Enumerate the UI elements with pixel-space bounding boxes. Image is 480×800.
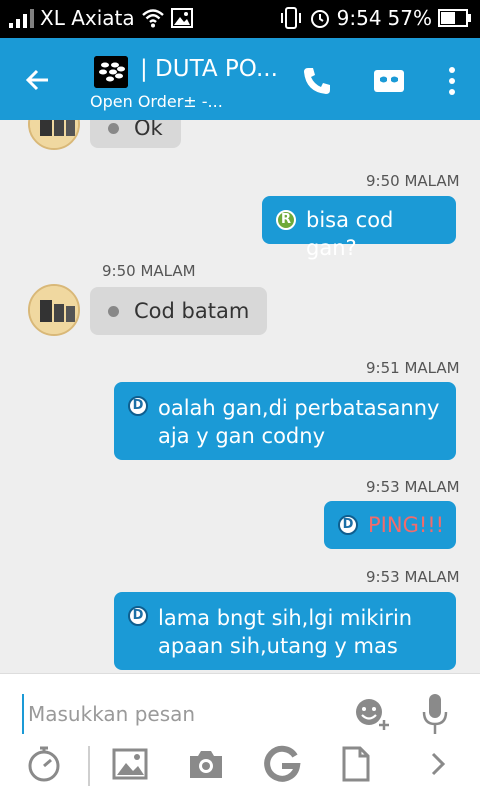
outgoing-message-bubble[interactable]: R bisa cod gan? — [262, 196, 456, 260]
message-text: Ok — [134, 120, 163, 140]
blackberry-logo-icon — [94, 56, 128, 88]
message-timestamp: 9:50 MALAM — [102, 262, 196, 280]
emoji-add-icon[interactable] — [352, 694, 392, 734]
alarm-icon — [310, 10, 329, 28]
chat-subtitle[interactable]: Open Order± -... — [90, 92, 223, 111]
battery-percent: 57% — [387, 6, 432, 30]
chevron-right-icon[interactable] — [418, 744, 458, 784]
microphone-icon[interactable] — [420, 692, 450, 736]
vibrate-icon — [280, 7, 301, 29]
app-bar: | DUTA PO... Open Order± -... — [0, 38, 480, 120]
message-timestamp: 9:53 MALAM — [366, 568, 460, 586]
outgoing-message-bubble[interactable]: D PING!!! — [324, 501, 456, 549]
contact-avatar[interactable] — [28, 284, 80, 336]
document-icon[interactable] — [336, 744, 376, 784]
back-arrow-icon[interactable] — [18, 60, 58, 100]
camera-icon[interactable] — [186, 744, 226, 784]
carrier-name: XL Axiata — [40, 6, 135, 30]
status-bar: XL Axiata 9:54 57% — [0, 0, 480, 38]
message-input[interactable] — [22, 694, 332, 734]
status-badge-icon: R — [276, 210, 296, 230]
message-text-line: oalah gan,di perbatasanny — [158, 396, 440, 420]
google-icon[interactable] — [262, 744, 302, 784]
clock: 9:54 — [336, 6, 382, 30]
more-options-icon[interactable] — [442, 64, 462, 98]
status-badge-icon: D — [128, 396, 148, 416]
status-badge-icon: D — [128, 606, 148, 626]
outgoing-message-bubble[interactable]: D lama bngt sih,lgi mikirin apaan sih,ut… — [114, 592, 456, 670]
toolbar-divider — [88, 746, 90, 786]
battery-icon — [438, 9, 471, 27]
message-text-line: aja y gan codny — [158, 424, 325, 448]
message-timestamp: 9:51 MALAM — [366, 359, 460, 377]
incognito-mask-icon[interactable] — [372, 64, 406, 98]
composer — [0, 673, 480, 800]
phone-call-icon[interactable] — [300, 64, 334, 98]
status-badge-icon: D — [338, 515, 358, 535]
outgoing-message-bubble[interactable]: D oalah gan,di perbatasanny aja y gan co… — [114, 382, 456, 460]
incoming-message-bubble[interactable]: Ok — [90, 120, 181, 148]
message-text: PING!!! — [368, 513, 445, 537]
image-icon[interactable] — [110, 744, 150, 784]
message-text: Cod batam — [134, 299, 250, 323]
gallery-notification-icon — [170, 8, 193, 28]
timer-icon[interactable] — [24, 744, 64, 784]
message-timestamp: 9:53 MALAM — [366, 478, 460, 496]
contact-avatar[interactable] — [28, 120, 80, 150]
chat-title[interactable]: | DUTA PO... — [140, 56, 278, 82]
message-timestamp: 9:50 MALAM — [366, 172, 460, 190]
message-text-line: apaan sih,utang y mas — [158, 634, 398, 658]
wifi-icon — [141, 9, 164, 28]
message-list[interactable]: Ok 9:50 MALAM R bisa cod gan? 9:50 MALAM… — [0, 120, 480, 673]
incoming-message-bubble[interactable]: Cod batam — [90, 287, 268, 335]
signal-icon — [9, 9, 34, 28]
message-text: bisa cod gan? — [306, 208, 394, 260]
message-text-line: lama bngt sih,lgi mikirin — [158, 606, 413, 630]
